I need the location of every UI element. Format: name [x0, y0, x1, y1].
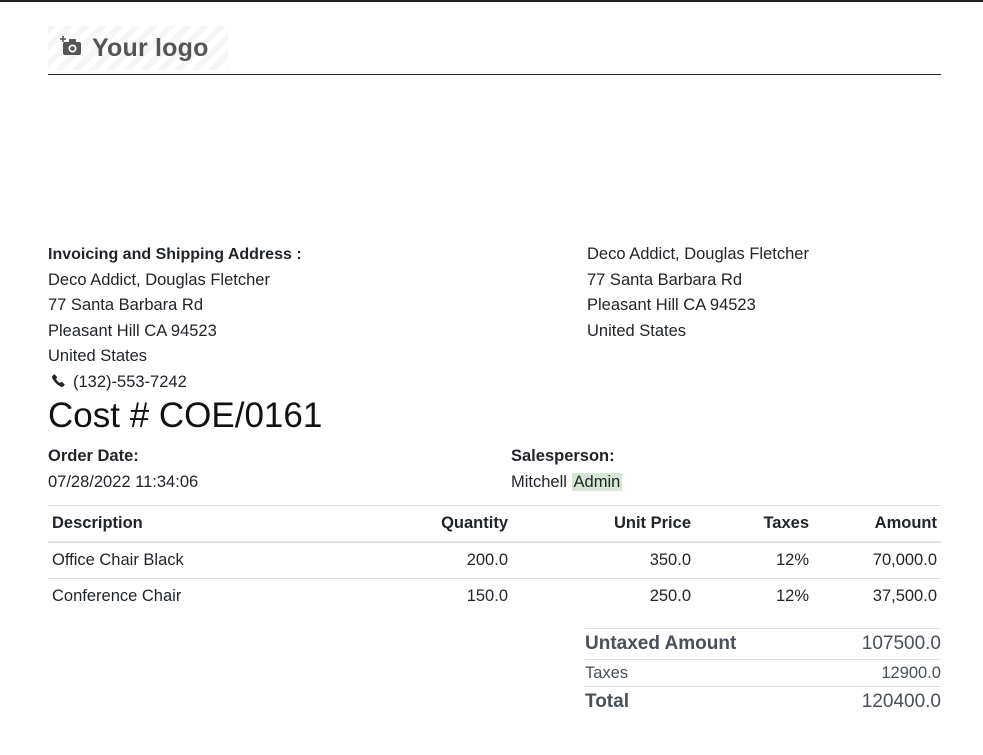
table-row: Conference Chair 150.0 250.0 12% 37,500.… — [48, 579, 941, 615]
cell-quantity: 150.0 — [466, 587, 508, 605]
cell-description: Office Chair Black — [48, 542, 346, 579]
col-unit-price: Unit Price — [512, 505, 695, 543]
table-header-row: Description Quantity Unit Price Taxes Am… — [48, 505, 941, 543]
untaxed-amount-row: Untaxed Amount 107500.0 — [585, 628, 941, 660]
total-value: 120400.0 — [818, 686, 941, 717]
order-date-label: Order Date: — [48, 447, 139, 465]
taxes-label: Taxes — [585, 659, 819, 687]
untaxed-amount-value: 107500.0 — [818, 628, 941, 660]
partner-address-line: Pleasant Hill CA 94523 — [587, 296, 756, 315]
taxes-row: Taxes 12900.0 — [585, 659, 941, 687]
salesperson-label: Salesperson: — [511, 447, 615, 465]
cell-unit-price: 350.0 — [512, 542, 695, 579]
salesperson-value: Mitchell Admin — [511, 470, 623, 496]
company-logo[interactable]: Your logo — [48, 26, 228, 70]
col-taxes: Taxes — [695, 505, 813, 543]
order-lines-table: Description Quantity Unit Price Taxes Am… — [48, 505, 941, 614]
invoicing-address: Invoicing and Shipping Address : Deco Ad… — [48, 242, 302, 396]
document-title: Cost # COE/0161 — [48, 396, 323, 435]
top-border — [0, 0, 983, 2]
phone-number: (132)-553-7242 — [73, 372, 187, 391]
total-label: Total — [585, 686, 819, 717]
partner-address-line: 77 Santa Barbara Rd — [587, 270, 743, 289]
phone-icon — [48, 370, 73, 396]
camera-plus-icon — [60, 35, 92, 61]
cell-amount: 70,000.0 — [813, 542, 941, 579]
phone-line: (132)-553-7242 — [48, 370, 302, 396]
invoicing-address-line: Deco Addict, Douglas Fletcher — [48, 270, 270, 289]
partner-address: Deco Addict, Douglas Fletcher 77 Santa B… — [587, 242, 809, 344]
totals-table: Untaxed Amount 107500.0 Taxes 12900.0 To… — [585, 628, 941, 717]
cell-taxes: 12% — [695, 542, 813, 579]
untaxed-amount-label: Untaxed Amount — [585, 628, 819, 660]
col-quantity: Quantity — [346, 505, 512, 543]
invoicing-address-line: 77 Santa Barbara Rd — [48, 296, 204, 315]
partner-address-line: United States — [587, 321, 687, 340]
partner-address-line: Deco Addict, Douglas Fletcher — [587, 245, 809, 263]
cell-amount: 37,500.0 — [872, 587, 937, 605]
invoicing-address-heading: Invoicing and Shipping Address : — [48, 246, 302, 263]
report-header: Your logo — [48, 26, 941, 75]
salesperson-first-name: Mitchell — [511, 473, 567, 491]
total-row: Total 120400.0 — [585, 686, 941, 717]
cell-taxes: 12% — [775, 587, 809, 605]
order-date-value: 07/28/2022 11:34:06 — [48, 473, 199, 491]
salesperson-last-name-highlight: Admin — [571, 473, 623, 491]
col-amount: Amount — [813, 505, 941, 543]
logo-text: Your logo — [92, 33, 209, 62]
cell-description: Conference Chair — [52, 587, 182, 605]
invoicing-address-line: Pleasant Hill CA 94523 — [48, 321, 217, 340]
invoicing-address-line: United States — [48, 347, 148, 366]
table-row: Office Chair Black 200.0 350.0 12% 70,00… — [48, 542, 941, 579]
cell-unit-price: 250.0 — [649, 587, 691, 605]
col-description: Description — [48, 505, 346, 543]
cell-quantity: 200.0 — [346, 542, 512, 579]
taxes-value: 12900.0 — [818, 659, 941, 687]
